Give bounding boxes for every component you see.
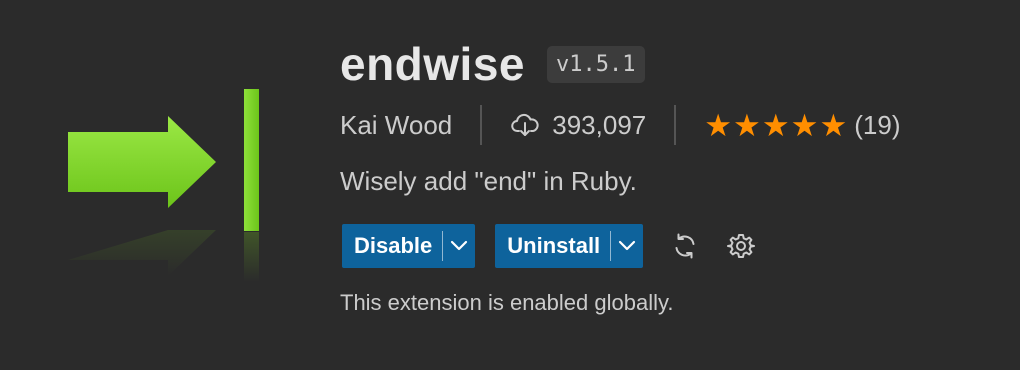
status-text: This extension is enabled globally. <box>340 290 674 315</box>
install-count: 393,097 <box>552 109 647 140</box>
rating-stars[interactable]: ★ ★ ★ ★ ★ (19) <box>704 110 900 141</box>
extension-logo <box>60 80 270 300</box>
extension-name[interactable]: endwise <box>340 37 525 91</box>
star-icon: ★ <box>704 107 733 143</box>
disable-split-button: Disable <box>342 224 476 268</box>
gear-icon <box>727 234 756 258</box>
version-badge: v1.5.1 <box>547 45 645 83</box>
sync-button[interactable] <box>667 228 703 264</box>
action-bar: Disable Uninstall <box>342 224 775 268</box>
meta-row: Kai Wood 393,097 ★ ★ ★ ★ ★ (19) <box>340 104 900 146</box>
rating-count: (19) <box>854 109 901 140</box>
uninstall-dropdown-button[interactable] <box>611 224 643 268</box>
star-icon: ★ <box>761 107 790 143</box>
chevron-down-icon <box>619 240 636 251</box>
uninstall-button[interactable]: Uninstall <box>495 224 610 268</box>
extension-description: Wisely add "end" in Ruby. <box>340 166 637 196</box>
disable-dropdown-button[interactable] <box>443 224 475 268</box>
settings-button[interactable] <box>723 228 759 264</box>
star-icon: ★ <box>790 107 819 143</box>
disable-button[interactable]: Disable <box>342 224 442 268</box>
star-icon: ★ <box>733 107 761 143</box>
star-icon: ★ <box>819 107 848 143</box>
separator <box>674 105 677 145</box>
uninstall-split-button: Uninstall <box>495 224 644 268</box>
cloud-download-icon <box>510 110 540 140</box>
separator <box>480 105 483 145</box>
sync-icon <box>675 233 695 259</box>
title-row: endwise v1.5.1 <box>340 34 645 94</box>
chevron-down-icon <box>451 240 468 251</box>
publisher-link[interactable]: Kai Wood <box>340 110 452 141</box>
